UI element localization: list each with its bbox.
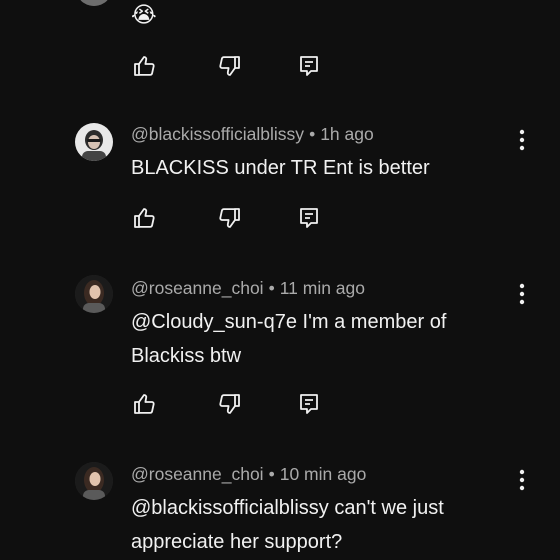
comment-text: 😭 (131, 2, 157, 27)
reply-comment-icon (300, 394, 318, 414)
thumbs-up-icon (134, 394, 155, 414)
like-button[interactable] (130, 52, 158, 80)
comment-meta: @roseanne_choi • 10 min ago (131, 464, 366, 485)
comment-author[interactable]: @roseanne_choi (131, 278, 264, 298)
comment-author[interactable]: @blackissofficialblissy (131, 124, 304, 144)
comment-text: BLACKISS under TR Ent is better (131, 151, 511, 185)
thumbs-up-icon (134, 56, 155, 76)
comment-meta: @blackissofficialblissy • 1h ago (131, 124, 374, 145)
comment-text-line: Blackiss btw (131, 345, 242, 367)
more-options-button[interactable] (509, 127, 535, 153)
thumbs-down-icon (219, 394, 240, 414)
comment-text-line: BLACKISS under TR Ent is better (131, 157, 430, 179)
comment-actions (0, 390, 560, 420)
separator-dot: • (268, 278, 275, 298)
separator-dot: • (268, 464, 275, 484)
comment-actions (0, 52, 560, 82)
avatar[interactable] (75, 462, 113, 500)
reply-button[interactable] (295, 390, 323, 418)
comment-author[interactable]: @roseanne_choi (131, 464, 264, 484)
separator-dot: • (309, 124, 316, 144)
more-vert-icon (519, 129, 525, 151)
comment-text-line: @Cloudy_sun-q7e I'm a member of (131, 311, 447, 333)
more-options-button[interactable] (509, 467, 535, 493)
comment-text-line: @blackissofficialblissy can't we just (131, 497, 444, 519)
dislike-button[interactable] (216, 204, 244, 232)
comment-actions (0, 204, 560, 234)
dislike-button[interactable] (216, 390, 244, 418)
dislike-button[interactable] (216, 52, 244, 80)
reply-comment-icon (300, 56, 318, 76)
like-button[interactable] (130, 390, 158, 418)
comment-meta: @roseanne_choi • 11 min ago (131, 278, 365, 299)
avatar[interactable] (75, 0, 113, 6)
more-vert-icon (519, 283, 525, 305)
comment-text: @Cloudy_sun-q7e I'm a member of Blackiss… (131, 305, 511, 373)
more-vert-icon (519, 469, 525, 491)
comment-text-line: appreciate her support? (131, 531, 343, 553)
thumbs-down-icon (219, 56, 240, 76)
comment-text: @blackissofficialblissy can't we just ap… (131, 491, 511, 559)
comment-time[interactable]: 10 min ago (280, 464, 367, 484)
thumbs-up-icon (134, 208, 155, 228)
more-options-button[interactable] (509, 281, 535, 307)
avatar[interactable] (75, 123, 113, 161)
thumbs-down-icon (219, 208, 240, 228)
like-button[interactable] (130, 204, 158, 232)
reply-button[interactable] (295, 204, 323, 232)
avatar[interactable] (75, 275, 113, 313)
comment-time[interactable]: 11 min ago (280, 278, 365, 298)
reply-button[interactable] (295, 52, 323, 80)
comment-time[interactable]: 1h ago (320, 124, 374, 144)
reply-comment-icon (300, 208, 318, 228)
